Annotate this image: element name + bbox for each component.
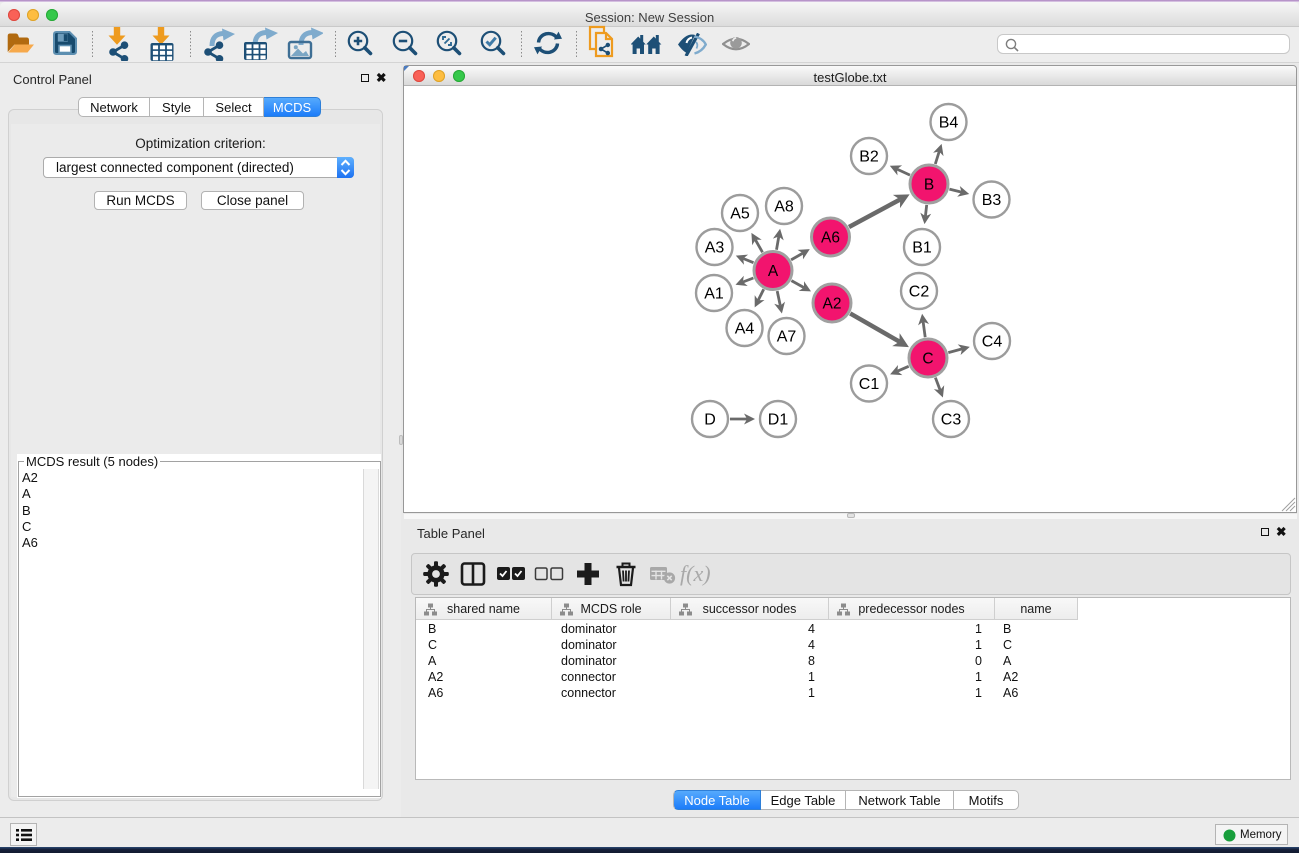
svg-text:C: C xyxy=(922,351,933,368)
svg-text:A1: A1 xyxy=(704,286,724,303)
svg-text:A: A xyxy=(768,263,779,280)
svg-text:A4: A4 xyxy=(735,321,755,338)
svg-text:B1: B1 xyxy=(912,240,932,257)
svg-text:A5: A5 xyxy=(730,206,750,223)
svg-text:A3: A3 xyxy=(705,240,725,257)
svg-text:B: B xyxy=(924,177,934,194)
svg-text:C3: C3 xyxy=(941,412,962,429)
svg-text:A2: A2 xyxy=(823,296,842,313)
svg-text:C4: C4 xyxy=(982,334,1003,351)
svg-text:C2: C2 xyxy=(909,284,930,301)
svg-text:A8: A8 xyxy=(774,199,794,216)
svg-text:A6: A6 xyxy=(821,230,840,247)
svg-text:B2: B2 xyxy=(859,149,879,166)
svg-text:D1: D1 xyxy=(768,412,789,429)
svg-text:B4: B4 xyxy=(939,115,959,132)
svg-text:B3: B3 xyxy=(982,192,1002,209)
svg-text:D: D xyxy=(704,412,716,429)
svg-text:A7: A7 xyxy=(777,329,797,346)
svg-text:C1: C1 xyxy=(859,376,880,393)
svg-text:f(x): f(x) xyxy=(680,561,711,586)
